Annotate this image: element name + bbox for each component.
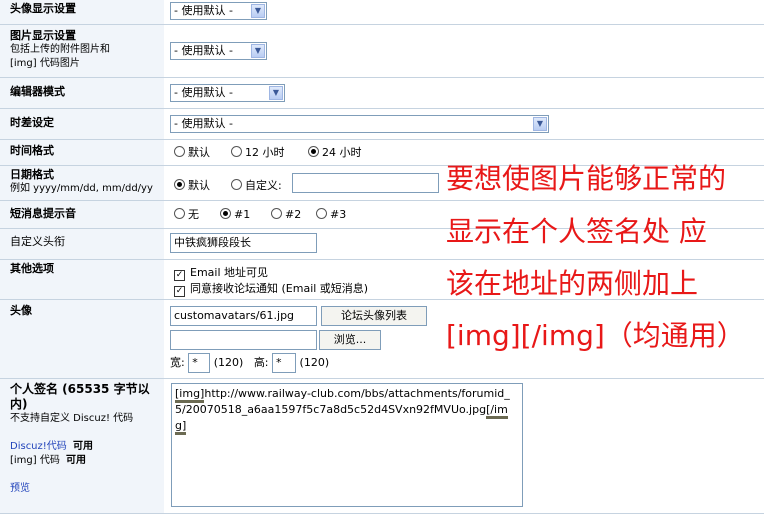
time-format-24h-radio[interactable]: 24 小时 — [308, 146, 362, 160]
avatar-label: 头像 — [10, 304, 32, 317]
custom-title-input[interactable]: 中铁疯狮段段长 — [170, 233, 317, 253]
chevron-down-icon: ▼ — [269, 86, 283, 100]
date-format-default-radio[interactable]: 默认 — [174, 179, 210, 193]
annotation-line-3: 该在地址的两侧加上 — [446, 267, 699, 300]
date-format-custom-input[interactable] — [292, 173, 439, 193]
time-format-label: 时间格式 — [10, 144, 54, 157]
row-timezone: 时差设定 - 使用默认 - ▼ — [0, 109, 764, 140]
annotation-line-1: 要想使图片能够正常的 — [446, 162, 727, 195]
annotation-line-2: 显示在个人签名处 应 — [446, 215, 707, 248]
signature-textarea[interactable]: [img]http://www.railway-club.com/bbs/att… — [171, 383, 523, 507]
avatar-path-input[interactable]: customavatars/61.jpg — [170, 306, 317, 326]
browse-button[interactable]: 浏览... — [319, 330, 381, 350]
editor-mode-label: 编辑器模式 — [10, 85, 65, 98]
signature-label: 个人签名 (65535 字节以内) — [10, 382, 150, 411]
accept-notice-checkbox[interactable]: ✓ 同意接收论坛通知 (Email 或短消息) — [174, 282, 368, 297]
date-format-desc: 例如 yyyy/mm/dd, mm/dd/yy — [10, 183, 153, 194]
chevron-down-icon: ▼ — [533, 117, 547, 131]
editor-mode-select[interactable]: - 使用默认 - ▼ — [170, 84, 285, 102]
discuz-code-link[interactable]: Discuz!代码 — [10, 441, 67, 452]
settings-form: 头像显示设置 - 使用默认 - ▼ 图片显示设置 包括上传的附件图片和 [img… — [0, 0, 764, 514]
width-input[interactable]: * — [188, 353, 211, 373]
pm-sound-2-radio[interactable]: #2 — [271, 208, 301, 222]
time-format-default-radio[interactable]: 默认 — [174, 146, 210, 160]
row-image-display: 图片显示设置 包括上传的附件图片和 [img] 代码图片 - 使用默认 - ▼ — [0, 25, 764, 78]
chevron-down-icon: ▼ — [251, 4, 265, 18]
date-format-label: 日期格式 — [10, 168, 54, 181]
image-display-desc-2: [img] 代码图片 — [10, 58, 80, 69]
image-display-select[interactable]: - 使用默认 - ▼ — [170, 42, 267, 60]
pm-sound-1-radio[interactable]: #1 — [220, 208, 250, 222]
height-hint: (120) — [299, 356, 330, 369]
img-open-tag: [img] — [175, 387, 205, 403]
avatar-file-input[interactable] — [170, 330, 317, 350]
row-avatar-display: 头像显示设置 - 使用默认 - ▼ — [0, 0, 764, 25]
time-format-12h-radio[interactable]: 12 小时 — [231, 146, 285, 160]
row-editor-mode: 编辑器模式 - 使用默认 - ▼ — [0, 78, 764, 109]
discuz-code-state: 可用 — [72, 441, 93, 452]
height-label: 高: — [253, 356, 269, 369]
avatar-display-select[interactable]: - 使用默认 - ▼ — [170, 2, 267, 20]
chevron-down-icon: ▼ — [251, 44, 265, 58]
avatar-list-button[interactable]: 论坛头像列表 — [321, 306, 427, 326]
check-icon: ✓ — [174, 270, 185, 281]
annotation-line-4: [img][/img]（均通用） — [446, 319, 745, 352]
height-input[interactable]: * — [272, 353, 297, 373]
avatar-display-label: 头像显示设置 — [10, 2, 76, 15]
pm-sound-label: 短消息提示音 — [10, 207, 76, 220]
img-code-label: [img] 代码 — [10, 455, 60, 466]
other-options-label: 其他选项 — [10, 262, 54, 275]
signature-url: http://www.railway-club.com/bbs/attachme… — [175, 387, 510, 416]
pm-sound-none-radio[interactable]: 无 — [174, 208, 199, 222]
img-code-state: 可用 — [66, 455, 87, 466]
email-visible-checkbox[interactable]: ✓ Email 地址可见 — [174, 266, 268, 281]
timezone-label: 时差设定 — [10, 116, 54, 129]
custom-title-label: 自定义头衔 — [10, 235, 65, 248]
signature-desc: 不支持自定义 Discuz! 代码 — [10, 413, 134, 424]
width-hint: (120) — [213, 356, 244, 369]
image-display-desc: 包括上传的附件图片和 — [10, 44, 110, 55]
pm-sound-3-radio[interactable]: #3 — [316, 208, 346, 222]
date-format-custom-radio[interactable]: 自定义: — [231, 179, 282, 193]
width-label: 宽: — [170, 356, 185, 369]
preview-link[interactable]: 预览 — [10, 483, 30, 494]
timezone-select[interactable]: - 使用默认 - ▼ — [170, 115, 549, 133]
check-icon: ✓ — [174, 286, 185, 297]
image-display-label: 图片显示设置 — [10, 29, 76, 42]
